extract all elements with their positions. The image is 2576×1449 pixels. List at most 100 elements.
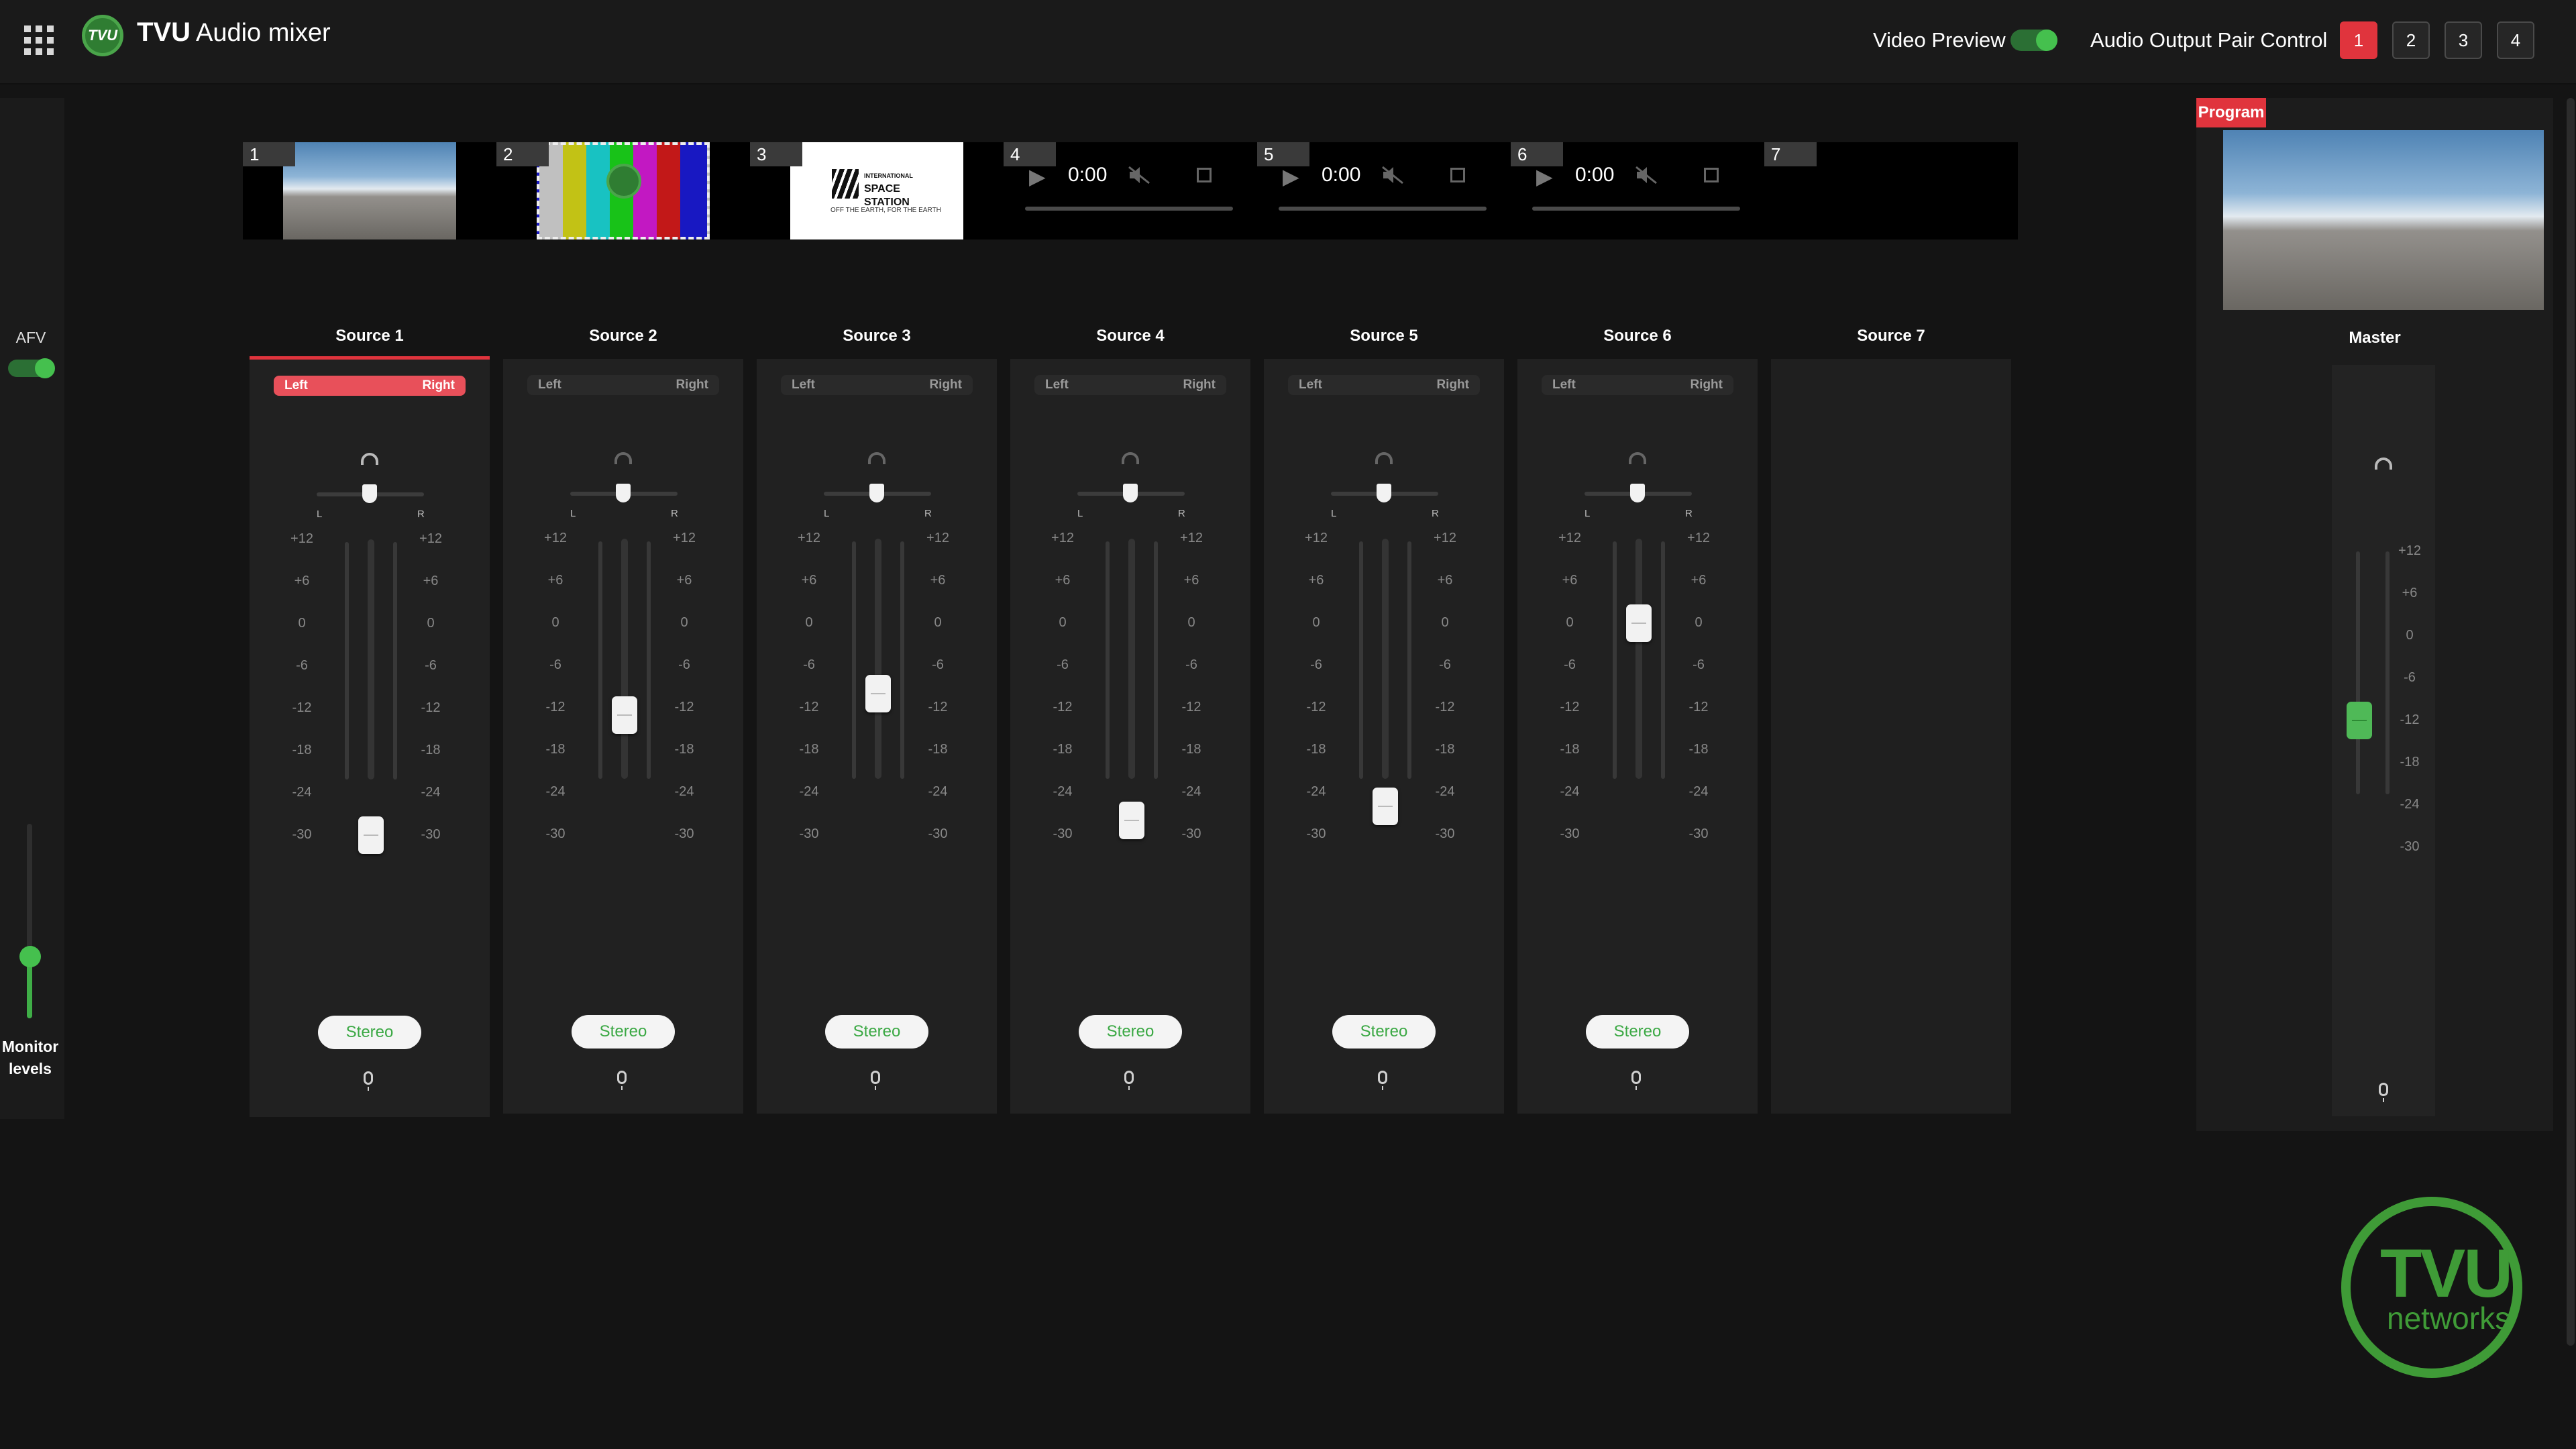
volume-fader-track[interactable]: [1382, 539, 1389, 779]
stereo-button[interactable]: Stereo: [572, 1015, 675, 1049]
left-right-selector[interactable]: Left Right: [1034, 375, 1226, 395]
stereo-button[interactable]: Stereo: [1079, 1015, 1182, 1049]
video-progress-bar[interactable]: [1532, 207, 1740, 211]
volume-fader-knob[interactable]: [1119, 802, 1144, 839]
db-tick-label: 0: [1695, 615, 1703, 630]
left-right-selector[interactable]: Left Right: [1542, 375, 1733, 395]
preview-tile-5[interactable]: 5 ▶ 0:00: [1257, 142, 1487, 239]
level-meter-right: [1154, 541, 1158, 779]
db-tick-label: 0: [551, 615, 559, 630]
pan-slider-knob[interactable]: [362, 484, 377, 503]
tile-number: 6: [1511, 142, 1563, 166]
master-db-scale: +12 +6 0 -6 -12 -18 -24 -30: [2396, 543, 2423, 854]
preview-tile-3[interactable]: INTERNATIONAL SPACE STATION OFF THE EART…: [750, 142, 963, 239]
master-fader-knob[interactable]: [2347, 702, 2372, 739]
headphones-icon[interactable]: [1122, 452, 1139, 464]
left-right-selector[interactable]: Left Right: [781, 375, 973, 395]
preview-tile-7[interactable]: 7: [1764, 142, 1959, 239]
preview-tile-4[interactable]: 4 ▶ 0:00: [1004, 142, 1233, 239]
vertical-scrollbar[interactable]: [2567, 98, 2575, 1346]
pan-slider-knob[interactable]: [616, 484, 631, 502]
volume-fader-track[interactable]: [368, 539, 374, 780]
db-tick-label: -12: [421, 700, 441, 715]
play-icon[interactable]: ▶: [1536, 164, 1553, 189]
headphones-icon[interactable]: [1629, 452, 1646, 464]
preview-tile-6[interactable]: 6 ▶ 0:00: [1511, 142, 1740, 239]
mic-icon[interactable]: [1378, 1071, 1387, 1090]
fullscreen-icon[interactable]: [1197, 168, 1212, 182]
db-tick-label: +12: [419, 531, 442, 546]
headphones-icon[interactable]: [2375, 458, 2392, 470]
fullscreen-icon[interactable]: [1704, 168, 1719, 182]
apps-grid-icon[interactable]: [24, 25, 54, 55]
volume-fader-knob[interactable]: [1626, 604, 1652, 642]
monitor-level-knob[interactable]: [19, 946, 41, 967]
channel-strip-5: Left Right L R +12 +6 0 -6 -12 -18 -24 -30 +12 +6 0 -6 -…: [1264, 359, 1504, 1114]
db-scale-left: +12 +6 0 -6 -12 -18 -24 -30: [1049, 531, 1076, 841]
mic-icon[interactable]: [1631, 1071, 1641, 1090]
mic-icon[interactable]: [1124, 1071, 1134, 1090]
mic-icon[interactable]: [2379, 1083, 2388, 1102]
db-tick-label: -18: [421, 743, 441, 757]
stereo-button[interactable]: Stereo: [1586, 1015, 1689, 1049]
volume-fader-track[interactable]: [875, 539, 881, 779]
volume-fader-track[interactable]: [1128, 539, 1135, 779]
volume-fader-knob[interactable]: [1373, 788, 1398, 825]
pair-button-2[interactable]: 2: [2392, 21, 2430, 59]
pan-slider-knob[interactable]: [1630, 484, 1645, 502]
db-tick-label: +12: [1305, 531, 1328, 545]
headphones-icon[interactable]: [1375, 452, 1393, 464]
video-progress-bar[interactable]: [1025, 207, 1233, 211]
preview-tile-2[interactable]: 2: [496, 142, 710, 239]
level-meter-left: [1613, 541, 1617, 779]
pair-button-3[interactable]: 3: [2445, 21, 2482, 59]
headphones-icon[interactable]: [361, 453, 378, 465]
db-tick-label: +6: [801, 573, 817, 588]
db-tick-label: -18: [1688, 742, 1709, 757]
left-label: Left: [538, 378, 561, 392]
stereo-button[interactable]: Stereo: [1332, 1015, 1436, 1049]
db-tick-label: +12: [926, 531, 949, 545]
db-tick-label: -12: [292, 700, 312, 715]
db-tick-label: 0: [1187, 615, 1195, 630]
source-label-6: Source 6: [1603, 327, 1672, 345]
video-progress-bar[interactable]: [1279, 207, 1487, 211]
pan-slider-knob[interactable]: [1377, 484, 1391, 502]
mic-icon[interactable]: [617, 1071, 627, 1090]
pair-button-4[interactable]: 4: [2497, 21, 2534, 59]
db-scale-left: +12 +6 0 -6 -12 -18 -24 -30: [1303, 531, 1330, 841]
program-badge: Program: [2196, 98, 2266, 127]
volume-fader-knob[interactable]: [358, 816, 384, 854]
db-tick-label: -12: [1560, 700, 1580, 714]
pan-slider-knob[interactable]: [1123, 484, 1138, 502]
volume-fader-knob[interactable]: [865, 675, 891, 712]
db-tick-label: +6: [423, 574, 439, 588]
fullscreen-icon[interactable]: [1450, 168, 1465, 182]
mic-icon[interactable]: [364, 1071, 373, 1091]
stereo-button[interactable]: Stereo: [318, 1016, 421, 1049]
stereo-button[interactable]: Stereo: [825, 1015, 928, 1049]
afv-label: AFV: [15, 329, 46, 346]
pan-slider-knob[interactable]: [869, 484, 884, 502]
video-preview-toggle[interactable]: [2010, 30, 2057, 51]
play-icon[interactable]: ▶: [1029, 164, 1046, 189]
left-right-selector[interactable]: Left Right: [527, 375, 719, 395]
play-icon[interactable]: ▶: [1283, 164, 1299, 189]
afv-toggle[interactable]: [8, 358, 55, 378]
left-right-selector[interactable]: Left Right: [1288, 375, 1480, 395]
pair-button-1[interactable]: 1: [2340, 21, 2377, 59]
preview-tile-1[interactable]: 1: [243, 142, 456, 239]
volume-fader-knob[interactable]: [612, 696, 637, 734]
left-right-selector[interactable]: Left Right: [274, 376, 466, 396]
volume-fader-track[interactable]: [1635, 539, 1642, 779]
db-tick-label: +12: [290, 531, 313, 546]
mute-icon[interactable]: [1634, 165, 1658, 185]
mute-icon[interactable]: [1127, 165, 1151, 185]
mic-icon[interactable]: [871, 1071, 880, 1090]
db-tick-label: 0: [805, 615, 813, 630]
headphones-icon[interactable]: [614, 452, 632, 464]
volume-fader-track[interactable]: [621, 539, 628, 779]
db-tick-label: -24: [1688, 784, 1709, 799]
headphones-icon[interactable]: [868, 452, 885, 464]
mute-icon[interactable]: [1381, 165, 1405, 185]
